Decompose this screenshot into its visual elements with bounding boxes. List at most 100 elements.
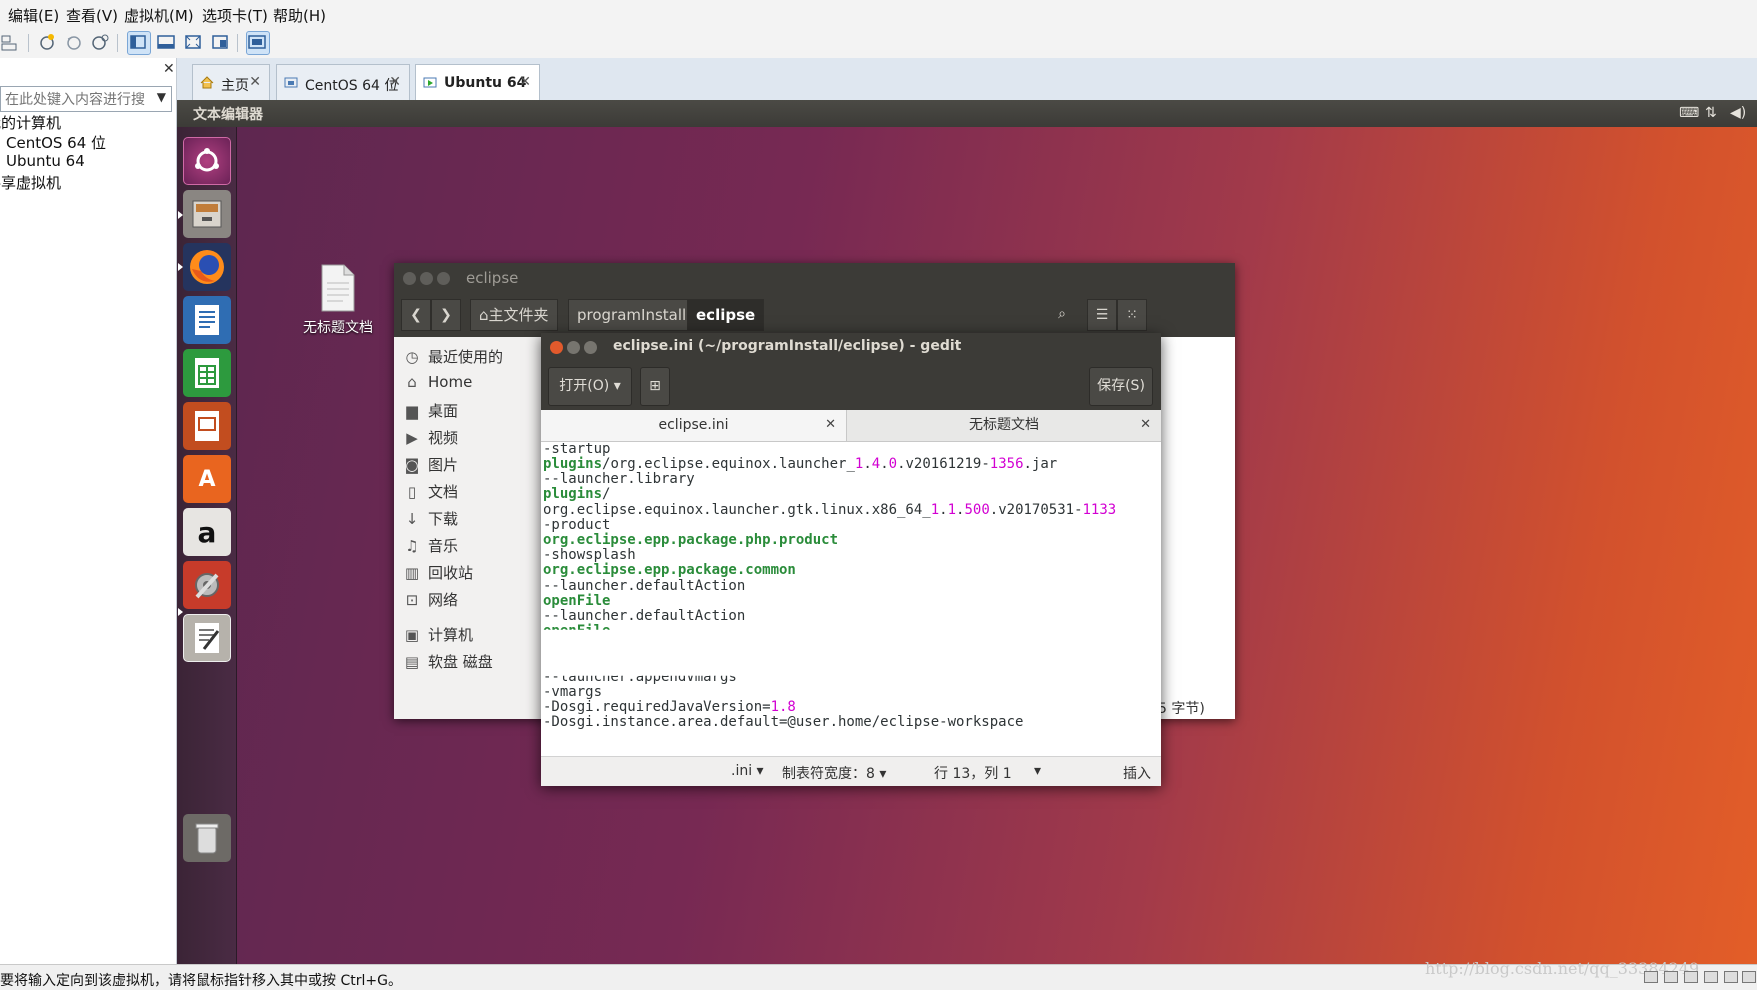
close-icon[interactable]: ✕ <box>249 74 261 90</box>
document-icon: ▯ <box>407 483 417 501</box>
library-toggle-icon[interactable] <box>0 31 22 53</box>
sidebar-item-pictures[interactable]: ◙ 图片 <box>404 454 458 475</box>
breadcrumb-home[interactable]: ⌂主文件夹 <box>470 299 558 331</box>
sidebar-item-computer[interactable]: ▣ 计算机 <box>404 624 473 645</box>
minimize-window-icon[interactable] <box>567 341 580 354</box>
close-icon[interactable]: ✕ <box>825 410 836 440</box>
library-search-box[interactable]: ▼ <box>0 86 172 112</box>
keyboard-icon[interactable]: ⌨ <box>1679 105 1699 121</box>
cursor-position[interactable]: 行 13，列 1 <box>934 763 1012 783</box>
menu-help[interactable]: 帮助(H) <box>273 5 326 26</box>
open-button[interactable]: 打开(O) ▾ <box>548 367 632 406</box>
breadcrumb-eclipse[interactable]: eclipse <box>687 299 765 331</box>
running-indicator <box>178 263 183 271</box>
cdrom-icon[interactable] <box>1664 971 1678 983</box>
maximize-window-icon[interactable] <box>584 341 597 354</box>
revert-snapshot-icon[interactable] <box>63 31 85 53</box>
system-settings-icon[interactable] <box>183 561 231 609</box>
sidebar-item-trash[interactable]: ▥ 回收站 <box>404 562 473 583</box>
path-bar: ❮ ❯ ⌂主文件夹 programInstall eclipse ⌕ ☰ ⁙ <box>394 293 1235 337</box>
thumbnail-bar-icon[interactable] <box>155 31 177 53</box>
tab-width-selector[interactable]: 制表符宽度：8 ▾ <box>782 763 886 783</box>
menu-view[interactable]: 查看(V) <box>66 5 118 26</box>
grid-view-icon[interactable]: ⁙ <box>1117 299 1147 331</box>
desktop-file-label[interactable]: 无标题文档 <box>296 317 380 337</box>
new-tab-button[interactable]: ⊞ <box>640 367 670 406</box>
libreoffice-writer-icon[interactable] <box>183 296 231 344</box>
back-icon[interactable]: ❮ <box>401 299 431 331</box>
close-icon[interactable]: ✕ <box>519 74 531 90</box>
sidebar-item-network[interactable]: ⊡ 网络 <box>404 589 458 610</box>
usb-icon[interactable] <box>1704 971 1718 983</box>
sidebar-item-music[interactable]: ♫ 音乐 <box>404 535 458 556</box>
maximize-window-icon[interactable] <box>437 272 450 285</box>
sidebar-item-downloads[interactable]: ↓ 下载 <box>404 508 458 529</box>
text-editor-area[interactable]: -startup plugins/org.eclipse.equinox.laun… <box>543 441 1157 756</box>
vm-library-panel: ✕ ▼ 我的计算机 CentOS 64 位 Ubuntu 64 共享虚拟机 <box>0 58 177 964</box>
sidebar-item-documents[interactable]: ▯ 文档 <box>404 481 458 502</box>
language-selector[interactable]: .ini ▾ <box>731 763 764 779</box>
firefox-icon[interactable] <box>183 243 231 291</box>
menu-edit[interactable]: 编辑(E) <box>8 5 59 26</box>
display-icon[interactable] <box>1742 971 1756 983</box>
sidebar-item-home[interactable]: ⌂ Home <box>404 373 472 391</box>
console-view-icon[interactable] <box>246 31 270 55</box>
library-item-centos[interactable]: CentOS 64 位 <box>6 132 106 153</box>
watermark: http://blog.csdn.net/qq_33384249 <box>1425 959 1700 978</box>
document-tab-bar: eclipse.ini ✕ 无标题文档 ✕ <box>541 410 1161 442</box>
fullscreen-icon[interactable] <box>182 31 204 53</box>
network-icon[interactable]: ⇅ <box>1705 105 1717 121</box>
dash-icon[interactable] <box>183 137 231 185</box>
network-adapter-icon[interactable] <box>1684 971 1698 983</box>
text-editor-icon[interactable] <box>183 614 231 662</box>
tab-centos[interactable]: CentOS 64 位 ✕ <box>276 64 410 100</box>
tab-eclipse-ini[interactable]: eclipse.ini ✕ <box>541 410 847 441</box>
amazon-icon[interactable]: a <box>183 508 231 556</box>
tab-untitled[interactable]: 无标题文档 ✕ <box>847 410 1161 441</box>
library-item-my-computer[interactable]: 我的计算机 <box>0 112 61 133</box>
sidebar-item-desktop[interactable]: ▆ 桌面 <box>404 400 458 421</box>
minimize-window-icon[interactable] <box>420 272 433 285</box>
sidebar-item-videos[interactable]: ▶ 视频 <box>404 427 458 448</box>
volume-icon[interactable]: ◀) <box>1730 105 1746 121</box>
window-titlebar[interactable]: eclipse.ini (~/programInstall/eclipse) -… <box>541 333 1161 362</box>
libreoffice-calc-icon[interactable] <box>183 349 231 397</box>
sidebar-item-floppy[interactable]: ▤ 软盘 磁盘 <box>404 651 493 672</box>
tab-home[interactable]: 主页 ✕ <box>192 64 270 100</box>
trash-icon[interactable] <box>183 814 231 862</box>
files-icon[interactable] <box>183 190 231 238</box>
libreoffice-impress-icon[interactable] <box>183 402 231 450</box>
software-center-icon[interactable]: A <box>183 455 231 503</box>
snapshot-manager-icon[interactable] <box>89 31 111 53</box>
panel-app-title: 文本编辑器 <box>193 107 263 123</box>
snapshot-icon[interactable] <box>36 31 58 53</box>
search-icon[interactable]: ⌕ <box>1047 299 1077 331</box>
menu-tabs[interactable]: 选项卡(T) <box>202 5 268 26</box>
save-button[interactable]: 保存(S) <box>1089 367 1153 406</box>
library-search-input[interactable] <box>3 88 147 112</box>
library-item-ubuntu[interactable]: Ubuntu 64 <box>6 152 85 170</box>
window-titlebar[interactable]: eclipse <box>394 263 1235 293</box>
forward-icon[interactable]: ❯ <box>431 299 461 331</box>
tab-ubuntu[interactable]: Ubuntu 64 ✕ <box>415 64 540 101</box>
close-icon[interactable]: ✕ <box>389 74 401 90</box>
camera-icon: ◙ <box>404 456 420 474</box>
close-window-icon[interactable] <box>550 341 563 354</box>
close-icon[interactable]: ✕ <box>163 61 175 77</box>
unity-mode-icon[interactable] <box>209 31 231 53</box>
printer-icon[interactable] <box>1724 971 1738 983</box>
show-library-icon[interactable] <box>127 31 151 55</box>
chevron-down-icon[interactable]: ▾ <box>1034 763 1041 779</box>
hdd-icon[interactable] <box>1644 971 1658 983</box>
chevron-down-icon[interactable]: ▼ <box>157 90 166 104</box>
menu-vm[interactable]: 虚拟机(M) <box>124 5 194 26</box>
insert-mode[interactable]: 插入 <box>1123 763 1151 783</box>
breadcrumb-programinstall[interactable]: programInstall <box>568 299 696 331</box>
close-icon[interactable]: ✕ <box>1140 410 1151 440</box>
sidebar-item-recent[interactable]: ◷ 最近使用的 <box>404 346 503 367</box>
library-item-shared[interactable]: 共享虚拟机 <box>0 172 61 193</box>
list-view-icon[interactable]: ☰ <box>1087 299 1117 331</box>
toolbar <box>0 28 1757 59</box>
file-icon[interactable] <box>316 263 358 313</box>
close-window-icon[interactable] <box>403 272 416 285</box>
